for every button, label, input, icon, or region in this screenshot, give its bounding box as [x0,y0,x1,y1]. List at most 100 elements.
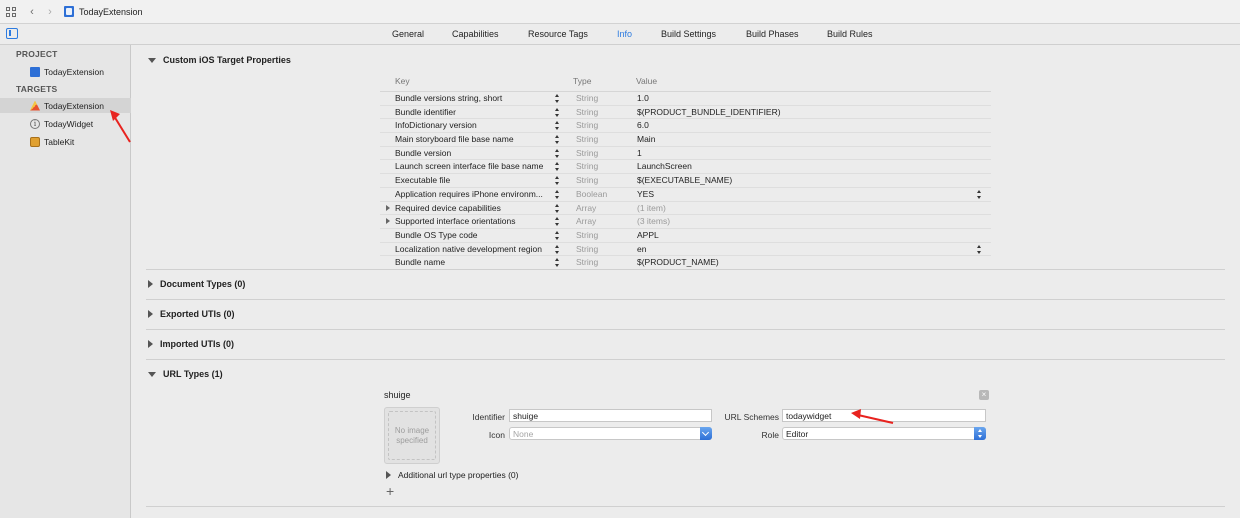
disclosure-triangle-icon[interactable] [386,218,390,225]
tab-capabilities[interactable]: Capabilities [452,29,499,39]
key-stepper-icon[interactable] [555,107,561,117]
property-key[interactable]: Bundle identifier [395,107,552,117]
tab-build-rules[interactable]: Build Rules [827,29,873,39]
disclosure-triangle-icon[interactable] [148,371,156,377]
property-key[interactable]: InfoDictionary version [395,120,552,130]
section-custom-properties[interactable]: Custom iOS Target Properties [148,55,291,65]
property-key[interactable]: Bundle name [395,257,552,267]
table-row[interactable]: Bundle OS Type code String APPL [380,229,991,243]
property-value[interactable]: YES [637,189,654,199]
property-type[interactable]: String [576,93,598,103]
property-key[interactable]: Executable file [395,175,552,185]
property-key[interactable]: Bundle OS Type code [395,230,552,240]
property-type[interactable]: Array [576,203,596,213]
property-type[interactable]: String [576,134,598,144]
value-stepper-icon[interactable] [977,244,983,254]
property-type[interactable]: String [576,148,598,158]
tab-general[interactable]: General [392,29,424,39]
table-row[interactable]: Bundle version String 1 [380,147,991,161]
table-row[interactable]: Main storyboard file base name String Main [380,133,991,147]
property-value[interactable]: 1 [637,148,642,158]
table-row[interactable]: Localization native development region St… [380,243,991,257]
section-imported-utis[interactable]: Imported UTIs (0) [148,339,234,349]
key-stepper-icon[interactable] [555,176,561,186]
icon-select[interactable]: None [509,427,712,440]
identifier-field[interactable]: shuige [509,409,712,422]
sidebar-item-today-extension[interactable]: TodayExtension [0,98,131,113]
additional-properties-toggle[interactable]: Additional url type properties (0) [386,470,518,480]
disclosure-triangle-icon[interactable] [386,204,390,211]
property-value[interactable]: (3 items) [637,216,670,226]
tab-info[interactable]: Info [617,29,632,39]
forward-arrow-icon[interactable]: › [42,4,58,20]
tab-build-phases[interactable]: Build Phases [746,29,799,39]
url-type-image-well[interactable]: No image specified [384,407,440,464]
property-type[interactable]: String [576,107,598,117]
sidebar-item-today-widget[interactable]: i TodayWidget [0,116,131,131]
property-key[interactable]: Required device capabilities [395,203,552,213]
property-key[interactable]: Bundle versions string, short [395,93,552,103]
disclosure-triangle-icon[interactable] [386,471,391,479]
table-row[interactable]: Bundle versions string, short String 1.0 [380,92,991,106]
property-type[interactable]: String [576,120,598,130]
property-type[interactable]: String [576,257,598,267]
property-type[interactable]: String [576,244,598,254]
section-document-types[interactable]: Document Types (0) [148,279,245,289]
value-stepper-icon[interactable] [977,189,983,199]
disclosure-triangle-icon[interactable] [148,340,153,348]
table-row[interactable]: InfoDictionary version String 6.0 [380,119,991,134]
property-type[interactable]: Array [576,216,596,226]
table-row[interactable]: Executable file String $(EXECUTABLE_NAME) [380,174,991,188]
property-key[interactable]: Supported interface orientations [395,216,552,226]
property-value[interactable]: APPL [637,230,659,240]
property-value[interactable]: LaunchScreen [637,161,692,171]
sidebar-item-project[interactable]: TodayExtension [0,64,131,79]
key-stepper-icon[interactable] [555,189,561,199]
key-stepper-icon[interactable] [555,258,561,268]
property-key[interactable]: Main storyboard file base name [395,134,552,144]
table-row[interactable]: Supported interface orientations Array (3 … [380,215,991,229]
property-key[interactable]: Localization native development region [395,244,552,254]
disclosure-triangle-icon[interactable] [148,310,153,318]
disclosure-triangle-icon[interactable] [148,57,156,63]
sidebar-toggle-icon[interactable] [6,28,18,39]
table-row[interactable]: Application requires iPhone environm... B… [380,188,991,202]
grid-icon[interactable] [6,6,16,17]
key-stepper-icon[interactable] [555,135,561,145]
key-stepper-icon[interactable] [555,162,561,172]
breadcrumb[interactable]: TodayExtension [79,7,143,17]
property-key[interactable]: Bundle version [395,148,552,158]
sidebar-item-tablekit[interactable]: TableKit [0,134,131,149]
key-stepper-icon[interactable] [555,148,561,158]
property-type[interactable]: String [576,175,598,185]
column-header-type[interactable]: Type [573,76,591,86]
section-url-types[interactable]: URL Types (1) [148,369,223,379]
property-value[interactable]: en [637,244,646,254]
key-stepper-icon[interactable] [555,217,561,227]
property-value[interactable]: Main [637,134,655,144]
property-type[interactable]: String [576,161,598,171]
column-header-value[interactable]: Value [636,76,657,86]
key-stepper-icon[interactable] [555,94,561,103]
property-type[interactable]: String [576,230,598,240]
tab-build-settings[interactable]: Build Settings [661,29,716,39]
key-stepper-icon[interactable] [555,121,561,131]
property-value[interactable]: $(PRODUCT_BUNDLE_IDENTIFIER) [637,107,781,117]
back-arrow-icon[interactable]: ‹ [24,4,40,20]
property-value[interactable]: $(EXECUTABLE_NAME) [637,175,732,185]
property-value[interactable]: 6.0 [637,120,649,130]
property-value[interactable]: 1.0 [637,93,649,103]
add-url-type-button[interactable]: + [386,484,394,498]
property-type[interactable]: Boolean [576,189,607,199]
property-value[interactable]: (1 item) [637,203,666,213]
role-select[interactable]: Editor [782,427,986,440]
remove-url-type-button[interactable]: × [979,390,989,400]
table-row[interactable]: Required device capabilities Array (1 item… [380,202,991,216]
key-stepper-icon[interactable] [555,203,561,213]
table-row[interactable]: Launch screen interface file base name St… [380,160,991,175]
column-header-key[interactable]: Key [395,76,410,86]
key-stepper-icon[interactable] [555,230,561,240]
disclosure-triangle-icon[interactable] [148,280,153,288]
section-exported-utis[interactable]: Exported UTIs (0) [148,309,235,319]
tab-resource-tags[interactable]: Resource Tags [528,29,588,39]
